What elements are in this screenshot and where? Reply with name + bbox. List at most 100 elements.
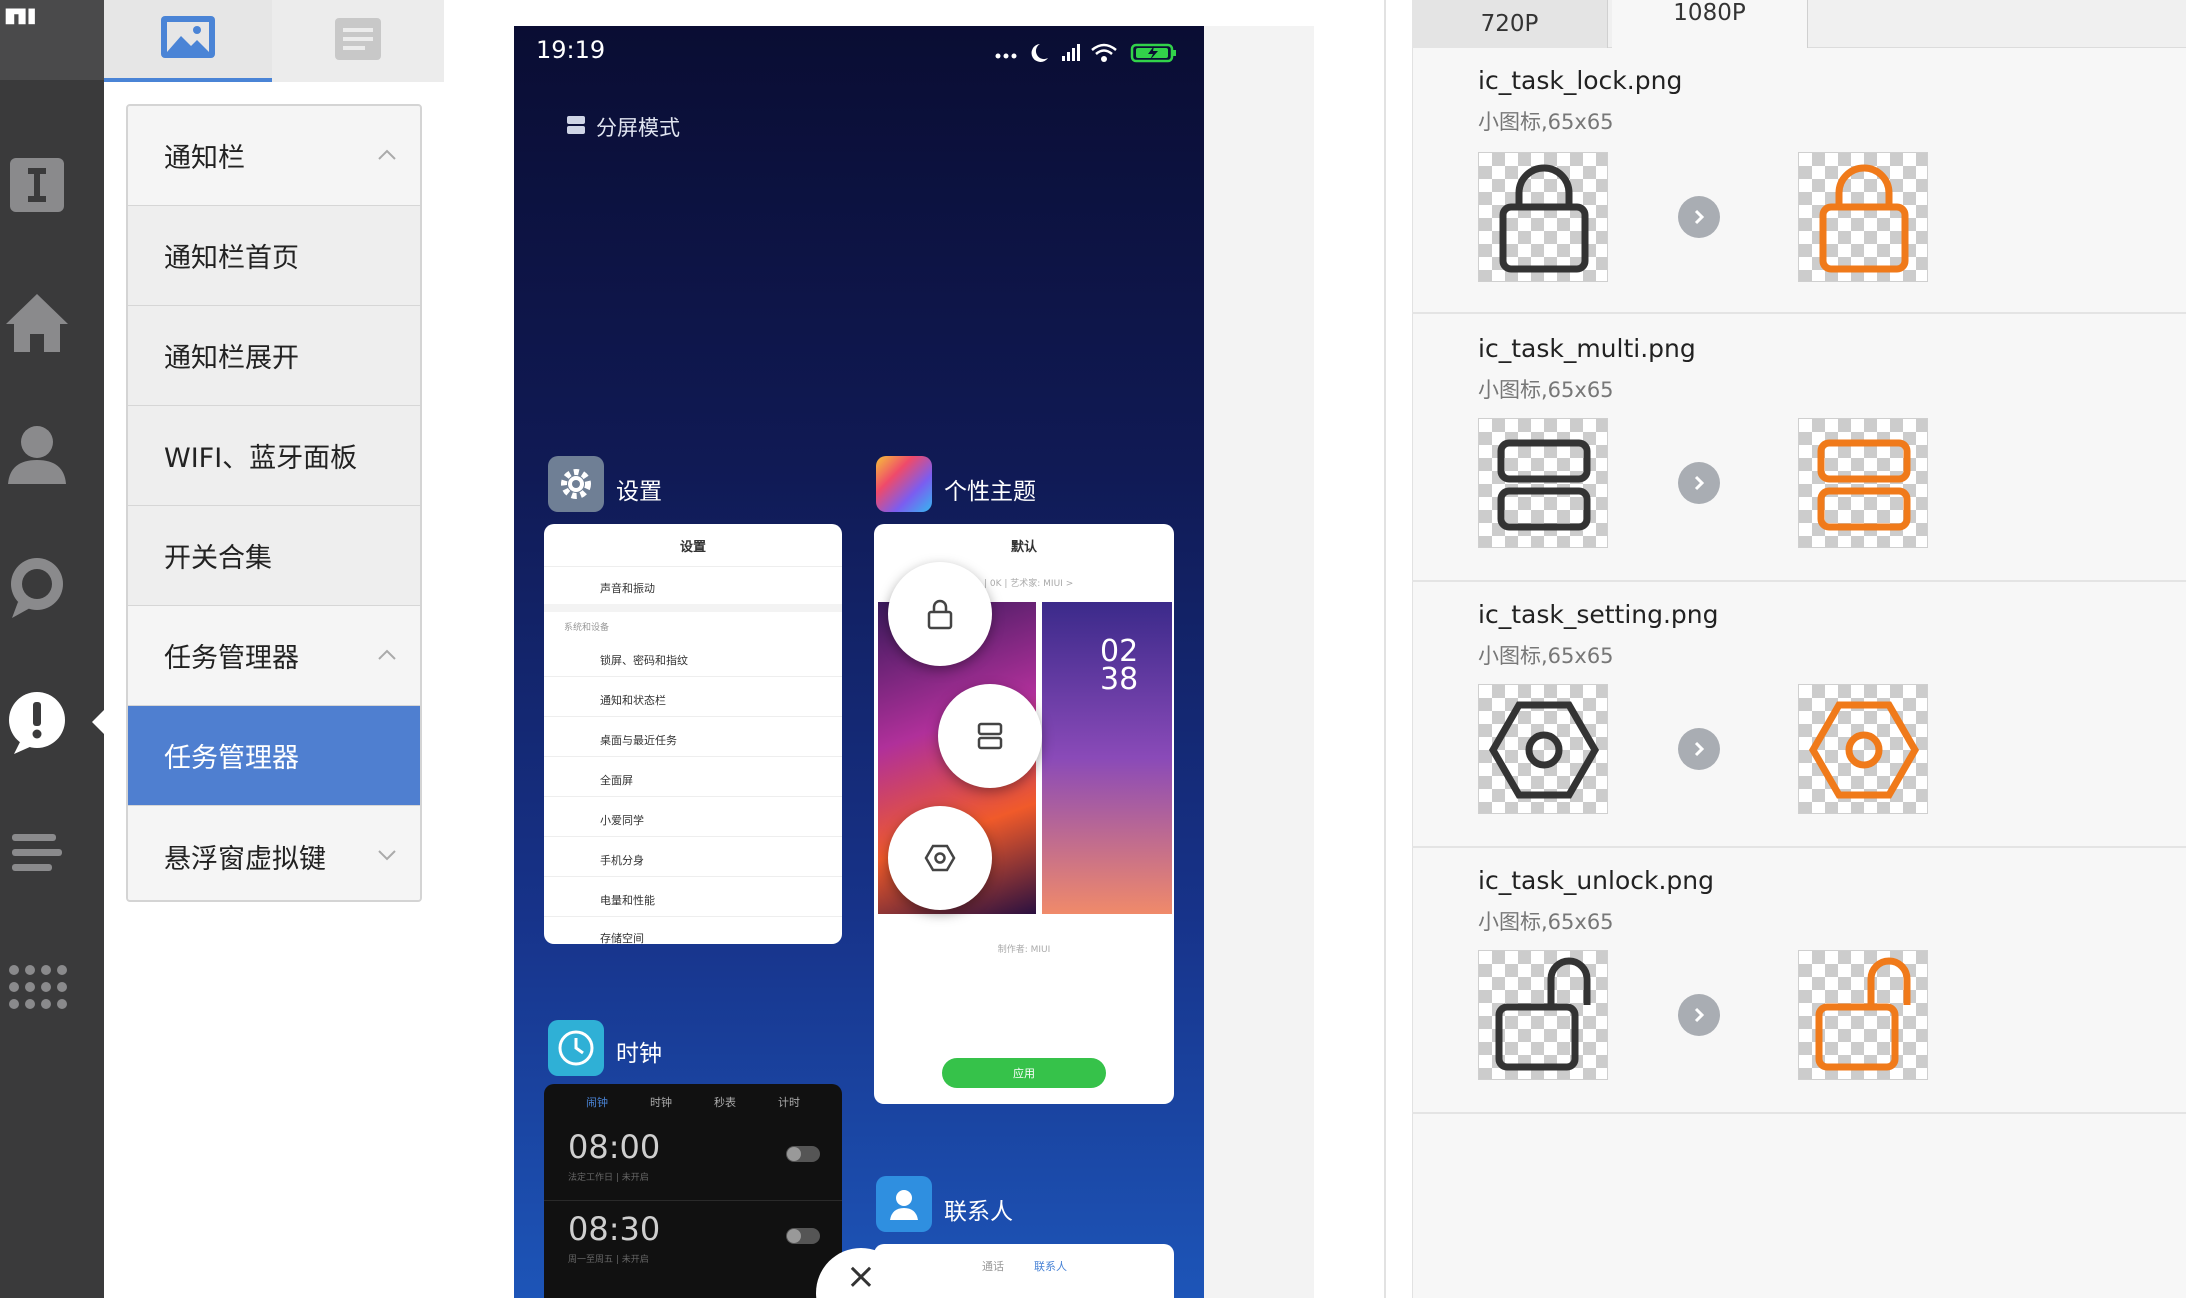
split-icon <box>1817 439 1911 531</box>
home-icon[interactable] <box>0 286 74 360</box>
split-task-button[interactable] <box>938 684 1042 788</box>
clock-tab[interactable]: 秒表 <box>714 1094 736 1110</box>
top-tabs <box>104 0 444 82</box>
panel-divider <box>1384 0 1386 1298</box>
settings-section: 系统和设备 <box>564 623 610 633</box>
asset-desc: 小图标,65x65 <box>1478 110 1614 134</box>
contacts-card[interactable]: 通话 联系人 <box>874 1244 1174 1298</box>
theme-card-title: 默认 <box>1010 540 1037 555</box>
document-tab-icon <box>329 16 387 66</box>
chevron-up-icon <box>378 149 396 160</box>
arrow-right-icon <box>1678 462 1720 504</box>
tab-720p[interactable]: 720P <box>1412 0 1608 48</box>
unlock-icon <box>1495 957 1591 1071</box>
asset-row: ic_task_lock.png 小图标,65x65 <box>1412 48 2186 314</box>
menu-item-notification-bar[interactable]: 通知栏 <box>128 106 420 206</box>
settings-row: 存储空间 <box>600 932 644 944</box>
asset-row: ic_task_setting.png 小图标,65x65 <box>1412 582 2186 848</box>
side-menu: 通知栏 通知栏首页 通知栏展开 WIFI、蓝牙面板 开关合集 任务管理器 任务管… <box>126 104 422 902</box>
clock-tab[interactable]: 时钟 <box>650 1094 672 1110</box>
settings-task-button[interactable] <box>888 806 992 910</box>
menu-item-floating-keys[interactable]: 悬浮窗虚拟键 <box>128 806 420 900</box>
asset-desc: 小图标,65x65 <box>1478 378 1614 402</box>
user-icon[interactable] <box>0 416 74 490</box>
asset-row: ic_task_unlock.png 小图标,65x65 <box>1412 848 2186 1114</box>
menu-item-label: 悬浮窗虚拟键 <box>164 843 326 875</box>
menu-item-label: 通知栏展开 <box>164 343 299 374</box>
menu-item-wifi-bluetooth[interactable]: WIFI、蓝牙面板 <box>128 406 420 506</box>
theme-app-icon <box>876 456 932 512</box>
document-tab[interactable] <box>274 0 442 82</box>
settings-app-title: 设置 <box>616 479 662 505</box>
theme-apply-button[interactable]: 应用 <box>942 1058 1106 1088</box>
clock-tab[interactable]: 计时 <box>778 1094 800 1110</box>
theme-card-sub: | 0K | 艺术家: MIUI > <box>984 579 1074 589</box>
asset-preview-colored <box>1798 950 1928 1080</box>
settings-row: 电量和性能 <box>600 894 655 907</box>
asset-filename: ic_task_lock.png <box>1478 66 1683 95</box>
left-rail <box>0 0 104 1298</box>
split-mode-text: 分屏模式 <box>596 116 680 140</box>
settings-card-title: 设置 <box>679 540 706 555</box>
arrow-right-icon <box>1678 196 1720 238</box>
alert-icon[interactable] <box>0 684 74 758</box>
hexagon-settings-icon <box>1488 701 1600 799</box>
asset-row: ic_task_multi.png 小图标,65x65 <box>1412 316 2186 582</box>
asset-preview-colored <box>1798 152 1928 282</box>
image-tab[interactable] <box>104 0 272 82</box>
settings-row: 通知和状态栏 <box>600 694 666 707</box>
settings-card[interactable]: 设置 声音和振动 系统和设备 锁屏、密码和指纹 通知和状态栏 桌面与最近任务 全… <box>544 524 842 944</box>
lock-icon <box>1819 164 1909 273</box>
arrow-right-icon <box>1678 994 1720 1036</box>
status-time: 19:19 <box>536 36 606 64</box>
theme-app-title: 个性主题 <box>944 479 1036 505</box>
lock-task-button[interactable] <box>888 562 992 666</box>
theme-preview-2: 02 38 <box>1042 602 1172 914</box>
menu-item-label: 开关合集 <box>164 543 272 574</box>
apps-icon[interactable] <box>0 950 74 1024</box>
chevron-down-icon <box>378 850 396 861</box>
alarm-time: 08:00 <box>568 1128 661 1166</box>
mi-logo <box>0 0 104 80</box>
resolution-tabs: 720P 1080P <box>1412 0 2186 48</box>
asset-desc: 小图标,65x65 <box>1478 910 1614 934</box>
hexagon-settings-icon <box>1808 701 1920 799</box>
menu-item-label: 任务管理器 <box>164 743 299 774</box>
theme-clock: 02 38 <box>1100 634 1139 697</box>
contacts-app-icon <box>876 1176 932 1232</box>
menu-item-label: 通知栏首页 <box>164 243 299 274</box>
chevron-up-icon <box>378 649 396 660</box>
settings-row: 桌面与最近任务 <box>600 734 677 747</box>
alarm-note: 周一至周五 | 未开启 <box>568 1255 649 1265</box>
alarm-note: 法定工作日 | 未开启 <box>568 1173 649 1183</box>
alarm-toggle[interactable] <box>786 1146 820 1162</box>
theme-author: 制作者: MIUI <box>997 945 1051 955</box>
asset-filename: ic_task_setting.png <box>1478 600 1719 629</box>
menu-item-task-manager-group[interactable]: 任务管理器 <box>128 606 420 706</box>
clock-card[interactable]: 闹钟 时钟 秒表 计时 08:00 法定工作日 | 未开启 08:30 周一至周… <box>544 1084 842 1298</box>
settings-row: 锁屏、密码和指纹 <box>600 654 688 667</box>
text-icon[interactable] <box>0 148 74 222</box>
list-icon[interactable] <box>0 816 74 890</box>
chat-icon[interactable] <box>0 550 74 624</box>
asset-preview-colored <box>1798 418 1928 548</box>
alarm-toggle[interactable] <box>786 1228 820 1244</box>
asset-filename: ic_task_multi.png <box>1478 334 1696 363</box>
contacts-tab[interactable]: 通话 <box>982 1258 1004 1274</box>
asset-preview-original <box>1478 950 1608 1080</box>
split-icon <box>977 722 1003 750</box>
menu-item-notification-home[interactable]: 通知栏首页 <box>128 206 420 306</box>
menu-item-task-manager[interactable]: 任务管理器 <box>128 706 420 806</box>
split-icon <box>1497 439 1591 531</box>
clock-app-title: 时钟 <box>616 1041 662 1067</box>
lock-icon <box>927 599 953 630</box>
asset-preview-colored <box>1798 684 1928 814</box>
split-mode-icon <box>566 115 586 140</box>
clock-tab[interactable]: 闹钟 <box>586 1094 608 1110</box>
menu-item-toggles[interactable]: 开关合集 <box>128 506 420 606</box>
menu-item-notification-expand[interactable]: 通知栏展开 <box>128 306 420 406</box>
tab-1080p[interactable]: 1080P <box>1612 0 1808 48</box>
split-mode-label[interactable]: 分屏模式 <box>566 112 680 142</box>
asset-preview-original <box>1478 152 1608 282</box>
contacts-tab[interactable]: 联系人 <box>1034 1258 1067 1274</box>
